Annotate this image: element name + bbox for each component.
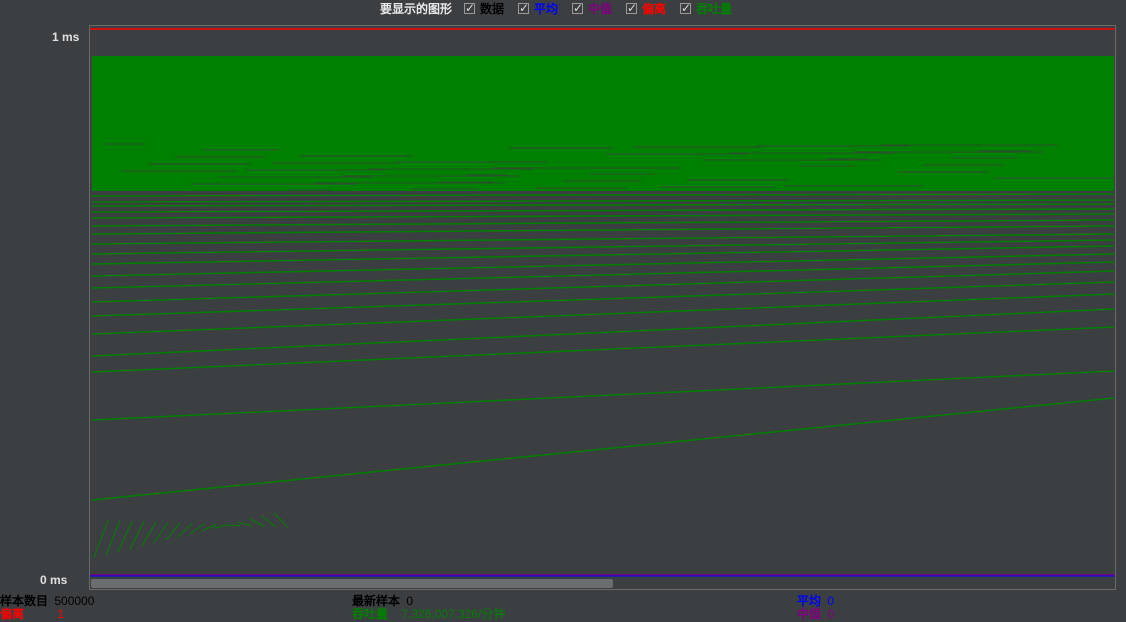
y-axis-bottom-label: 0 ms [40, 573, 68, 587]
throughput-ramp [189, 523, 205, 535]
legend-label-median: 中值 [588, 1, 613, 16]
median-stat: 中值 0 [797, 605, 834, 622]
legend-item-average[interactable]: 平均 [517, 0, 558, 17]
graph-plot-area [89, 25, 1116, 590]
throughput-ramp [237, 521, 253, 527]
legend-label-deviation: 偏离 [642, 1, 667, 16]
median-value: 0 [827, 607, 835, 621]
throughput-ramp [177, 523, 193, 538]
horizontal-scrollbar[interactable] [91, 579, 613, 588]
throughput-curve [91, 293, 1115, 335]
legend-item-data[interactable]: 数据 [463, 0, 504, 17]
average-checkbox[interactable] [517, 1, 529, 15]
legend-label-throughput: 吞吐量 [696, 1, 733, 16]
legend-label-average: 平均 [533, 1, 558, 16]
graph-canvas [90, 28, 1115, 577]
throughput-value: 7,326,007.326/分钟 [401, 607, 506, 621]
deviation-stat: 偏离 1 [0, 605, 64, 622]
data-checkbox[interactable] [463, 1, 475, 15]
throughput-ramp [117, 520, 133, 553]
throughput-ramp [225, 524, 241, 526]
throughput-curve [91, 213, 1115, 219]
median-checkbox[interactable] [572, 1, 583, 15]
median-label: 中值 [797, 607, 822, 621]
throughput-ramp [93, 519, 109, 559]
legend-title: 要显示的图形 [379, 1, 452, 16]
throughput-ramp [273, 512, 289, 528]
throughput-block [92, 56, 1114, 191]
throughput-curve [91, 253, 1115, 277]
throughput-ramp [153, 522, 169, 544]
throughput-curve [91, 193, 1115, 197]
throughput-curve [91, 219, 1115, 227]
legend-label-data: 数据 [479, 1, 504, 16]
throughput-ramp [165, 522, 181, 541]
throughput-stat: 吞吐量 7,326,007.326/分钟 [352, 605, 505, 622]
throughput-ramp [129, 521, 145, 550]
throughput-curve [91, 199, 1115, 203]
throughput-checkbox[interactable] [680, 1, 691, 15]
deviation-label: 偏离 [0, 607, 25, 621]
throughput-ramp [261, 515, 277, 528]
throughput-curve [91, 208, 1115, 213]
throughput-ramp [213, 524, 229, 529]
throughput-curve [91, 245, 1115, 265]
throughput-ramp [201, 524, 217, 532]
throughput-label: 吞吐量 [352, 607, 389, 621]
y-axis-top-label: 1 ms [52, 30, 80, 44]
deviation-value: 1 [57, 607, 65, 621]
legend-item-median[interactable]: 中值 [572, 0, 612, 17]
throughput-curve [91, 225, 1115, 235]
deviation-checkbox[interactable] [626, 1, 637, 15]
graph-legend: 要显示的图形 数据 平均 中值 偏离 吞吐量 [0, 0, 1126, 16]
throughput-ramp [105, 520, 121, 556]
legend-item-throughput[interactable]: 吞吐量 [680, 0, 732, 17]
throughput-curve [91, 203, 1115, 207]
legend-item-deviation[interactable]: 偏离 [626, 0, 666, 17]
throughput-ramp [249, 518, 265, 527]
